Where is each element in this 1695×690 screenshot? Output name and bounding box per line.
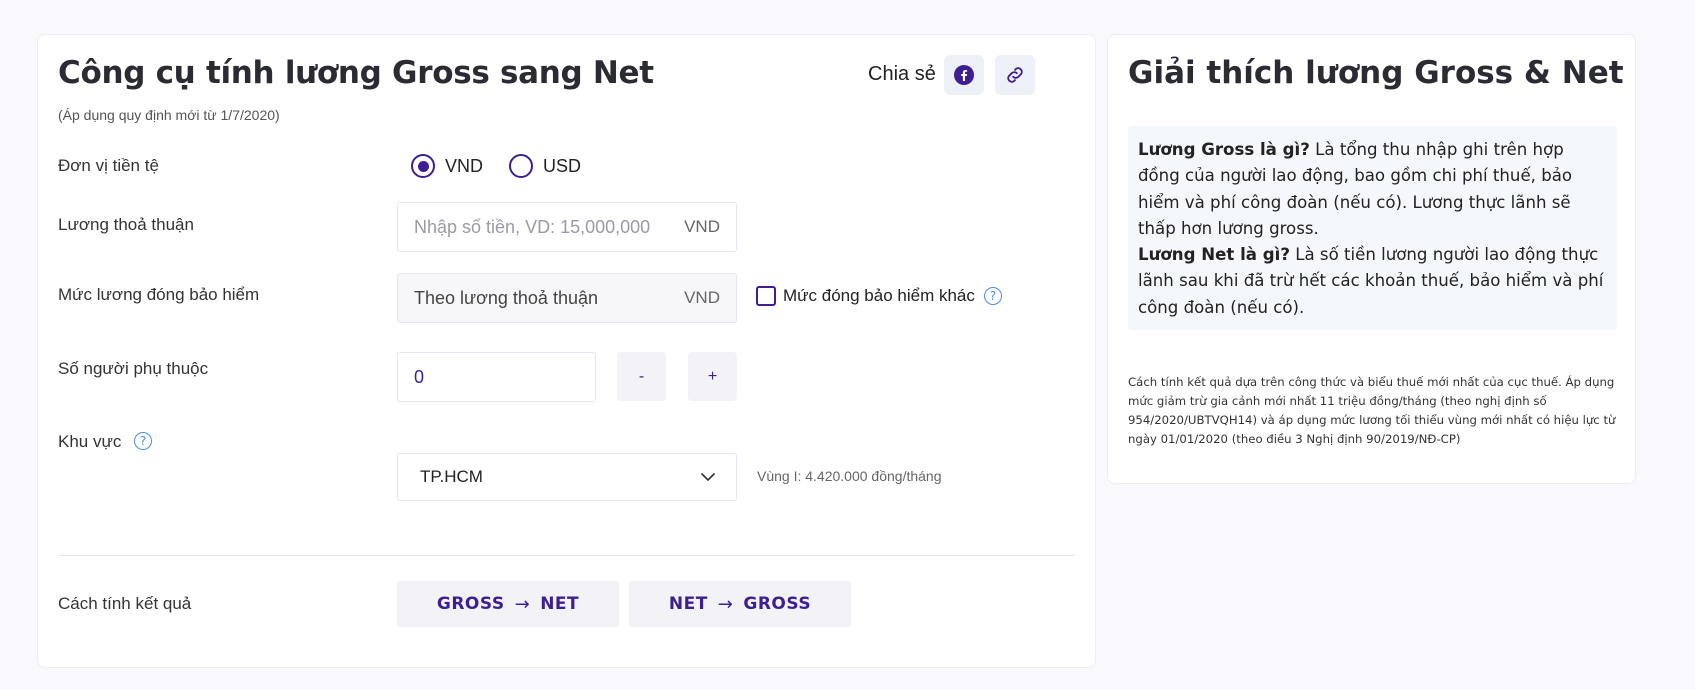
arrow-right-icon: → [514, 593, 531, 615]
method-label: Cách tính kết quả [58, 594, 192, 613]
arrow-right-icon: → [717, 593, 734, 615]
currency-label: Đơn vị tiền tệ [58, 156, 159, 175]
radio-checked-icon [411, 154, 435, 178]
salary-calculator-card: Công cụ tính lương Gross sang Net (Áp dụ… [37, 34, 1096, 668]
salary-placeholder: Nhập số tiền, VD: 15,000,000 [414, 216, 651, 237]
page-title: Công cụ tính lương Gross sang Net [58, 55, 654, 91]
radio-unchecked-icon [509, 154, 533, 178]
explanation-box: Lương Gross là gì? Là tổng thu nhập ghi … [1128, 126, 1617, 330]
net-to-gross-button[interactable]: NET → GROSS [629, 581, 851, 627]
insurance-label: Mức lương đóng bảo hiểm [58, 285, 260, 304]
dependents-label: Số người phụ thuộc [58, 359, 209, 378]
region-label: Khu vực ? [58, 432, 153, 452]
salary-unit: VND [684, 217, 720, 236]
chevron-down-icon [700, 472, 716, 482]
gross-explanation: Lương Gross là gì? Là tổng thu nhập ghi … [1138, 140, 1573, 238]
insurance-salary-field: Theo lương thoả thuận VND [397, 273, 737, 323]
region-note: Vùng I: 4.420.000 đồng/tháng [757, 468, 942, 484]
calculation-footnote: Cách tính kết quả dựa trên công thức và … [1128, 375, 1616, 446]
other-insurance-checkbox[interactable]: Mức đóng bảo hiểm khác ? [756, 286, 1002, 306]
link-icon [1007, 67, 1023, 83]
insurance-value: Theo lương thoả thuận [414, 287, 598, 308]
currency-radio-vnd[interactable]: VND [411, 154, 483, 178]
dependents-value: 0 [414, 366, 425, 387]
share-label: Chia sẻ [868, 63, 936, 85]
region-selected-value: TP.HCM [420, 467, 483, 486]
insurance-unit: VND [684, 288, 720, 307]
dependents-minus-button[interactable]: - [617, 352, 666, 401]
dependents-input[interactable]: 0 [397, 352, 596, 402]
help-icon[interactable]: ? [983, 287, 1002, 305]
share-facebook-button[interactable] [944, 55, 984, 95]
help-icon[interactable]: ? [134, 432, 153, 450]
net-explanation: Lương Net là gì? Là số tiền lương người … [1138, 245, 1604, 317]
copy-link-button[interactable] [995, 55, 1035, 95]
region-select[interactable]: TP.HCM [397, 453, 737, 501]
explanation-title: Giải thích lương Gross & Net [1128, 55, 1624, 91]
explanation-card: Giải thích lương Gross & Net Lương Gross… [1107, 34, 1636, 484]
currency-radio-usd[interactable]: USD [509, 154, 581, 178]
checkbox-icon [756, 286, 776, 306]
gross-to-net-button[interactable]: GROSS → NET [397, 581, 619, 627]
salary-input[interactable]: Nhập số tiền, VD: 15,000,000 VND [397, 202, 737, 252]
page-subtitle: (Áp dụng quy định mới từ 1/7/2020) [58, 107, 280, 123]
facebook-icon [954, 65, 974, 85]
divider [58, 555, 1075, 556]
dependents-plus-button[interactable]: + [688, 352, 737, 401]
salary-label: Lương thoả thuận [58, 215, 194, 234]
